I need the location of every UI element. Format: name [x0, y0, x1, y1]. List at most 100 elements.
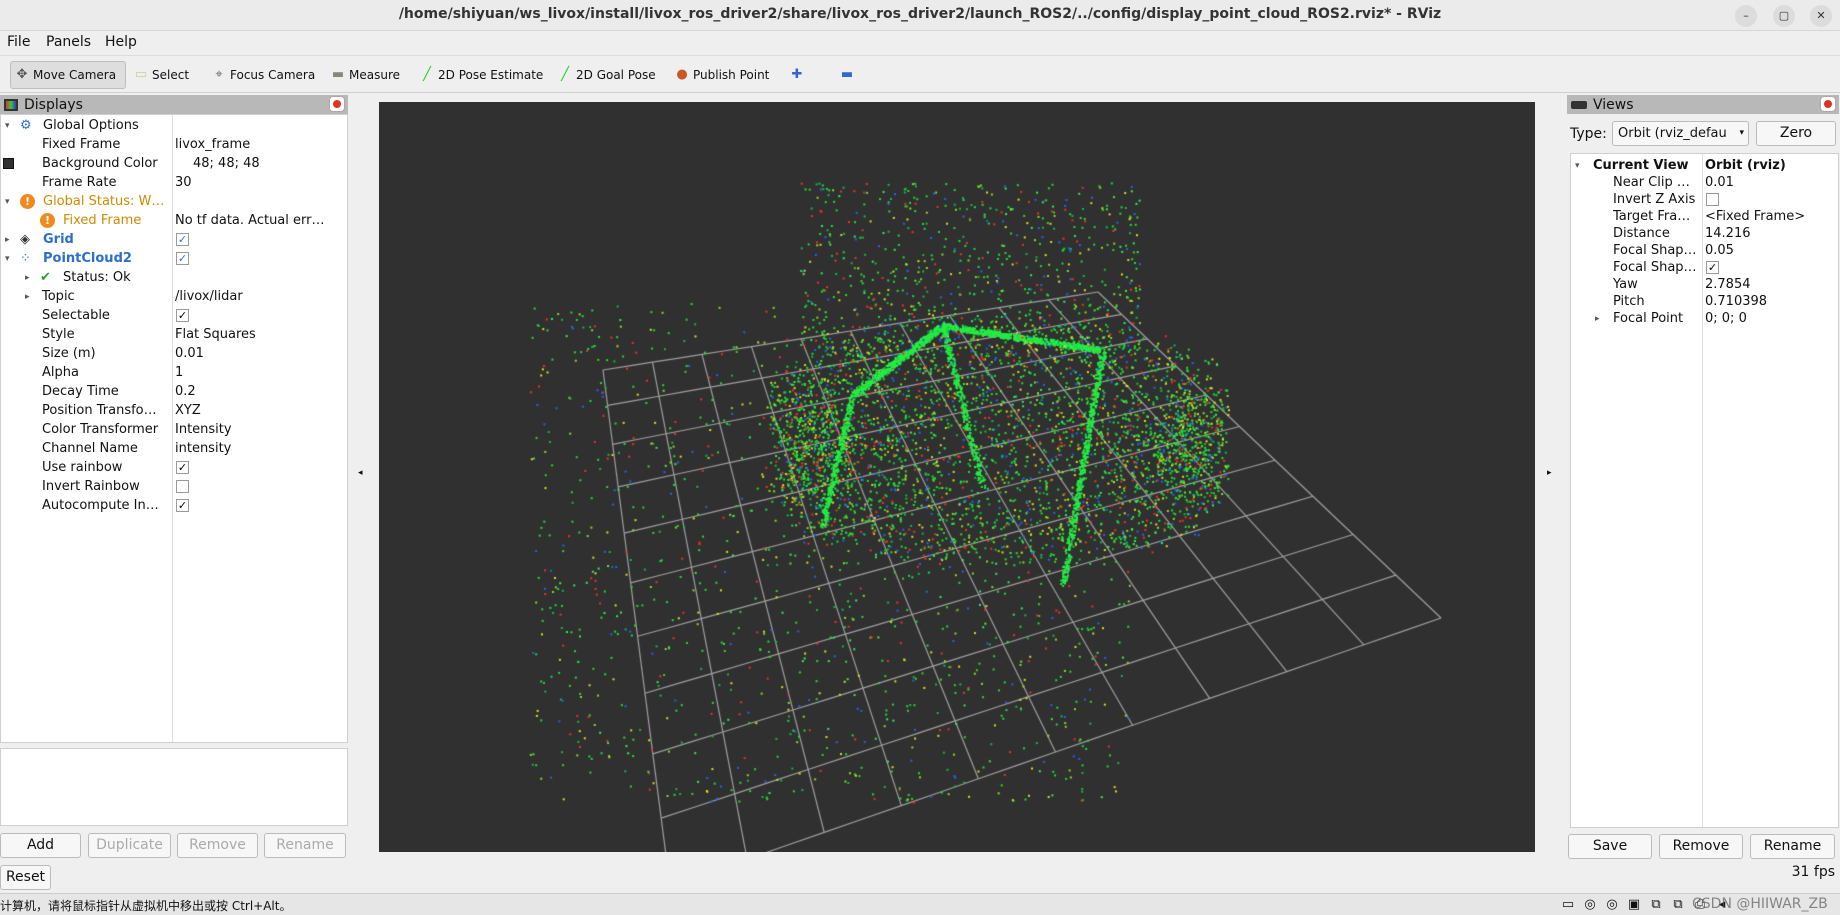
tree-row[interactable]: Style Flat Squares [1, 325, 347, 344]
menu-file[interactable]: File [7, 34, 30, 50]
tool-2d-pose-estimate-button[interactable]: ╱ 2D Pose Estimate [416, 61, 546, 89]
tree-row[interactable]: Alpha 1 [1, 363, 347, 382]
expanded-arrow-icon[interactable]: ▾ [5, 121, 15, 131]
tree-row[interactable]: ▾ ⁘ PointCloud2 ✓ [1, 249, 347, 268]
property-value[interactable]: /livox/lidar [175, 289, 345, 304]
network-icon[interactable]: ⧉ [1648, 897, 1664, 913]
property-value[interactable]: livox_frame [175, 137, 345, 152]
tree-row[interactable]: ▸ Topic/livox/lidar [1, 287, 347, 306]
menu-help[interactable]: Help [105, 34, 137, 50]
tree-row[interactable]: Invert Rainbow [1, 477, 347, 496]
point-cloud-render[interactable] [379, 102, 1535, 852]
property-label: PointCloud2 [43, 251, 132, 266]
property-value[interactable]: Flat Squares [175, 327, 345, 342]
network-icon[interactable]: ⧉ [1670, 897, 1686, 913]
property-value[interactable]: 0.01 [175, 346, 345, 361]
cd-icon[interactable]: ◎ [1604, 897, 1620, 913]
maximize-button[interactable]: ▢ [1773, 5, 1795, 27]
tree-row[interactable]: Fixed Frame livox_frame [1, 135, 347, 154]
checkbox[interactable]: ✓ [176, 461, 189, 474]
tool-move-camera-button[interactable]: ✥ Move Camera [10, 61, 126, 89]
reset-button[interactable]: Reset [0, 865, 51, 890]
color-swatch[interactable] [3, 158, 14, 169]
tool-focus-camera-button[interactable]: ⌖ Focus Camera [208, 61, 318, 89]
property-value[interactable]: 0.05 [1705, 243, 1836, 258]
tree-row[interactable]: ▾ ⚙ Global Options [1, 116, 347, 135]
close-panel-icon[interactable] [329, 96, 345, 112]
collapsed-arrow-icon[interactable]: ▸ [1595, 314, 1605, 324]
tree-row[interactable]: Autocompute In… ✓ [1, 496, 347, 515]
checkbox[interactable]: ✓ [176, 499, 189, 512]
remove-view-button[interactable]: Remove [1659, 834, 1743, 859]
property-value[interactable]: 14.216 [1705, 226, 1836, 241]
tree-row[interactable]: Size (m) 0.01 [1, 344, 347, 363]
expanded-arrow-icon[interactable]: ▾ [5, 254, 15, 264]
collapse-right-arrow-icon[interactable]: ▸ [1547, 468, 1552, 478]
tree-row[interactable]: ▸ ◈ Grid ✓ [1, 230, 347, 249]
collapsed-arrow-icon[interactable]: ▸ [25, 273, 35, 283]
property-value[interactable]: 1 [175, 365, 345, 380]
rename-view-button[interactable]: Rename [1750, 834, 1835, 859]
tree-row[interactable]: Color Transformer Intensity [1, 420, 347, 439]
close-panel-icon[interactable] [1820, 96, 1836, 112]
property-value[interactable]: 0.01 [1705, 175, 1836, 190]
tool-publish-point-button[interactable]: ● Publish Point [671, 61, 772, 89]
cd-icon[interactable]: ◎ [1582, 897, 1598, 913]
save-view-button[interactable]: Save [1568, 834, 1652, 859]
tool-measure-button[interactable]: ▬ Measure [327, 61, 403, 89]
property-value[interactable]: 0; 0; 0 [1705, 311, 1836, 326]
property-value[interactable]: 2.7854 [1705, 277, 1836, 292]
collapse-left-arrow-icon[interactable]: ◂ [358, 468, 363, 478]
tree-row[interactable]: Position Transfo… XYZ [1, 401, 347, 420]
property-value[interactable]: 0.710398 [1705, 294, 1836, 309]
expanded-arrow-icon[interactable]: ▾ [5, 197, 15, 207]
checkbox[interactable] [176, 480, 189, 493]
checkbox[interactable] [1706, 193, 1719, 206]
tree-row[interactable]: Background Color 48; 48; 48 [1, 154, 347, 173]
tree-row[interactable]: Decay Time 0.2 [1, 382, 347, 401]
property-value[interactable]: Orbit (rviz) [1705, 158, 1836, 173]
property-label: Use rainbow [42, 460, 123, 475]
tree-row[interactable]: ▾! Global Status: W… [1, 192, 347, 211]
checkbox[interactable]: ✓ [176, 252, 189, 265]
tool-select-button[interactable]: ▭ Select [130, 61, 192, 89]
checkbox[interactable]: ✓ [176, 309, 189, 322]
add-button[interactable]: Add [0, 833, 81, 858]
3d-viewport[interactable] [379, 102, 1535, 852]
tool-label: Focus Camera [230, 68, 316, 82]
duplicate-button[interactable]: Duplicate [88, 833, 171, 858]
property-value[interactable]: <Fixed Frame> [1705, 209, 1836, 224]
tool-minus-button[interactable]: ▬ [836, 61, 858, 89]
window-title: /home/shiyuan/ws_livox/install/livox_ros… [398, 6, 1442, 22]
tool-plus-button[interactable]: ✚ [786, 61, 808, 89]
property-value[interactable]: intensity [175, 441, 345, 456]
tree-row[interactable]: Selectable ✓ [1, 306, 347, 325]
property-value[interactable]: Intensity [175, 422, 345, 437]
property-value[interactable]: No tf data. Actual err… [175, 213, 345, 228]
tree-row[interactable]: Frame Rate 30 [1, 173, 347, 192]
tool-2d-goal-pose-button[interactable]: ╱ 2D Goal Pose [554, 61, 659, 89]
zero-button[interactable]: Zero [1756, 121, 1836, 146]
hdd-icon[interactable]: ▭ [1560, 897, 1576, 913]
minimize-button[interactable]: – [1735, 5, 1757, 27]
tree-row[interactable]: Channel Name intensity [1, 439, 347, 458]
collapsed-arrow-icon[interactable]: ▸ [25, 292, 35, 302]
remove-display-button[interactable]: Remove [177, 833, 258, 858]
tree-row[interactable]: ▸ Focal Point 0; 0; 0 [1571, 309, 1838, 328]
expanded-arrow-icon[interactable]: ▾ [1575, 161, 1585, 171]
collapsed-arrow-icon[interactable]: ▸ [5, 235, 15, 245]
tree-row[interactable]: Use rainbow ✓ [1, 458, 347, 477]
tree-row[interactable]: ! Fixed Frame No tf data. Actual err… [1, 211, 347, 230]
property-value[interactable]: 30 [175, 175, 345, 190]
tree-row[interactable]: ▸ ✔ Status: Ok [1, 268, 347, 287]
rename-display-button[interactable]: Rename [264, 833, 346, 858]
checkbox[interactable]: ✓ [1706, 261, 1719, 274]
menu-panels[interactable]: Panels [46, 34, 91, 50]
checkbox[interactable]: ✓ [176, 233, 189, 246]
close-button[interactable]: ✕ [1810, 5, 1832, 27]
property-value[interactable]: XYZ [175, 403, 345, 418]
floppy-icon[interactable]: ▣ [1626, 897, 1642, 913]
property-value[interactable]: 0.2 [175, 384, 345, 399]
property-value[interactable]: 48; 48; 48 [193, 156, 345, 171]
view-type-dropdown[interactable]: Orbit (rviz_defau ▾ [1612, 121, 1749, 146]
